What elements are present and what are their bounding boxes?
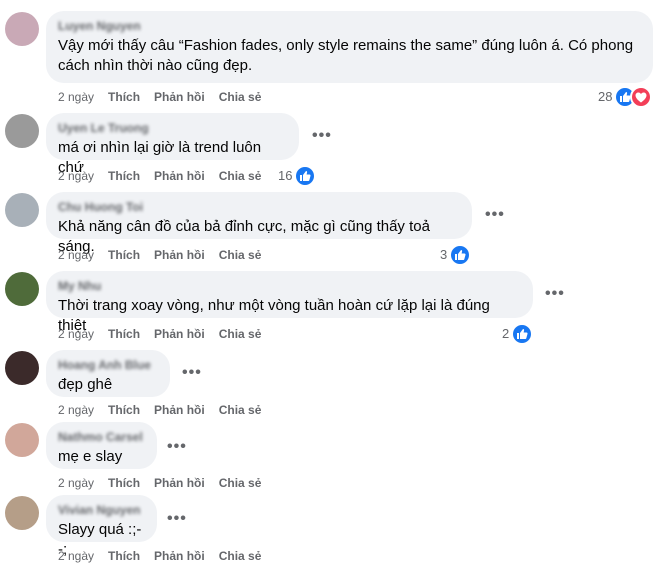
share-button[interactable]: Chia sẻ	[219, 475, 262, 491]
comment-bubble: Hoang Anh Blue đẹp ghê	[46, 350, 170, 397]
like-button[interactable]: Thích	[108, 326, 140, 342]
comment-time[interactable]: 2 ngày	[58, 168, 94, 184]
comment-actions: 2 ngày Thích Phản hồi Chia sẻ	[58, 475, 275, 491]
comment-bubble: My Nhu Thời trang xoay vòng, như một vòn…	[46, 271, 533, 334]
comment-actions: 2 ngày Thích Phản hồi Chia sẻ	[58, 168, 275, 184]
like-button[interactable]: Thích	[108, 475, 140, 491]
comment-author[interactable]: Chu Huong Toi	[58, 200, 460, 215]
comment-time[interactable]: 2 ngày	[58, 89, 94, 105]
like-button[interactable]: Thích	[108, 168, 140, 184]
comment-author[interactable]: My Nhu	[58, 279, 521, 294]
reply-button[interactable]: Phản hồi	[154, 89, 205, 105]
reaction-count: 16	[278, 168, 293, 183]
comment-time[interactable]: 2 ngày	[58, 247, 94, 263]
like-button[interactable]: Thích	[108, 247, 140, 263]
like-icon	[449, 244, 472, 266]
comment-author[interactable]: Nathmo Carsel	[58, 430, 145, 445]
like-icon	[511, 323, 534, 345]
comment-author[interactable]: Uyen Le Truong	[58, 121, 287, 136]
avatar[interactable]	[5, 272, 39, 306]
reaction-summary[interactable]: 16	[278, 165, 317, 187]
comment-author[interactable]: Vivian Nguyen	[58, 503, 145, 518]
reaction-count: 28	[598, 89, 613, 104]
reply-button[interactable]: Phản hồi	[154, 168, 205, 184]
like-button[interactable]: Thích	[108, 402, 140, 418]
avatar[interactable]	[5, 423, 39, 457]
more-options-icon[interactable]: •••	[485, 207, 505, 223]
comment-bubble: Vivian Nguyen Slayy quá :;--;	[46, 495, 157, 558]
avatar[interactable]	[5, 193, 39, 227]
reaction-summary[interactable]: 2	[502, 323, 534, 345]
like-button[interactable]: Thích	[108, 89, 140, 105]
share-button[interactable]: Chia sẻ	[219, 168, 262, 184]
comment-text: đẹp ghê	[58, 376, 113, 393]
reaction-count: 3	[440, 247, 448, 262]
comment-bubble: Nathmo Carsel mẹ e slay	[46, 422, 157, 469]
avatar[interactable]	[5, 351, 39, 385]
comment-text: Vậy mới thấy câu “Fashion fades, only st…	[58, 37, 634, 74]
reaction-count: 2	[502, 326, 510, 341]
comment-bubble: Uyen Le Truong má ơi nhìn lại giờ là tre…	[46, 113, 299, 176]
comment-time[interactable]: 2 ngày	[58, 326, 94, 342]
comment-time[interactable]: 2 ngày	[58, 402, 94, 418]
comment-bubble: Chu Huong Toi Khả năng cân đồ của bả đỉn…	[46, 192, 472, 255]
love-icon	[630, 86, 653, 108]
avatar[interactable]	[5, 496, 39, 530]
comment-actions: 2 ngày Thích Phản hồi Chia sẻ	[58, 402, 275, 418]
comment-author[interactable]: Hoang Anh Blue	[58, 358, 158, 373]
comment-text: mẹ e slay	[58, 448, 123, 465]
reply-button[interactable]: Phản hồi	[154, 548, 205, 564]
more-options-icon[interactable]: •••	[167, 511, 187, 527]
comment-bubble: Luyen Nguyen Vậy mới thấy câu “Fashion f…	[46, 11, 653, 83]
more-options-icon[interactable]: •••	[545, 286, 565, 302]
reply-button[interactable]: Phản hồi	[154, 247, 205, 263]
more-options-icon[interactable]: •••	[182, 365, 202, 381]
more-options-icon[interactable]: •••	[167, 439, 187, 455]
reply-button[interactable]: Phản hồi	[154, 402, 205, 418]
share-button[interactable]: Chia sẻ	[219, 247, 262, 263]
share-button[interactable]: Chia sẻ	[219, 89, 262, 105]
like-icon	[294, 165, 317, 187]
comment-actions: 2 ngày Thích Phản hồi Chia sẻ	[58, 548, 275, 564]
avatar[interactable]	[5, 12, 39, 46]
like-button[interactable]: Thích	[108, 548, 140, 564]
comment-time[interactable]: 2 ngày	[58, 548, 94, 564]
share-button[interactable]: Chia sẻ	[219, 548, 262, 564]
comment-actions: 2 ngày Thích Phản hồi Chia sẻ	[58, 326, 275, 342]
more-options-icon[interactable]: •••	[312, 128, 332, 144]
comment-author[interactable]: Luyen Nguyen	[58, 19, 641, 34]
share-button[interactable]: Chia sẻ	[219, 326, 262, 342]
reply-button[interactable]: Phản hồi	[154, 326, 205, 342]
comment-actions: 2 ngày Thích Phản hồi Chia sẻ	[58, 89, 275, 105]
avatar[interactable]	[5, 114, 39, 148]
comment-time[interactable]: 2 ngày	[58, 475, 94, 491]
share-button[interactable]: Chia sẻ	[219, 402, 262, 418]
reaction-summary[interactable]: 28	[598, 86, 653, 108]
comment-actions: 2 ngày Thích Phản hồi Chia sẻ	[58, 247, 275, 263]
reply-button[interactable]: Phản hồi	[154, 475, 205, 491]
reaction-summary[interactable]: 3	[440, 244, 472, 266]
